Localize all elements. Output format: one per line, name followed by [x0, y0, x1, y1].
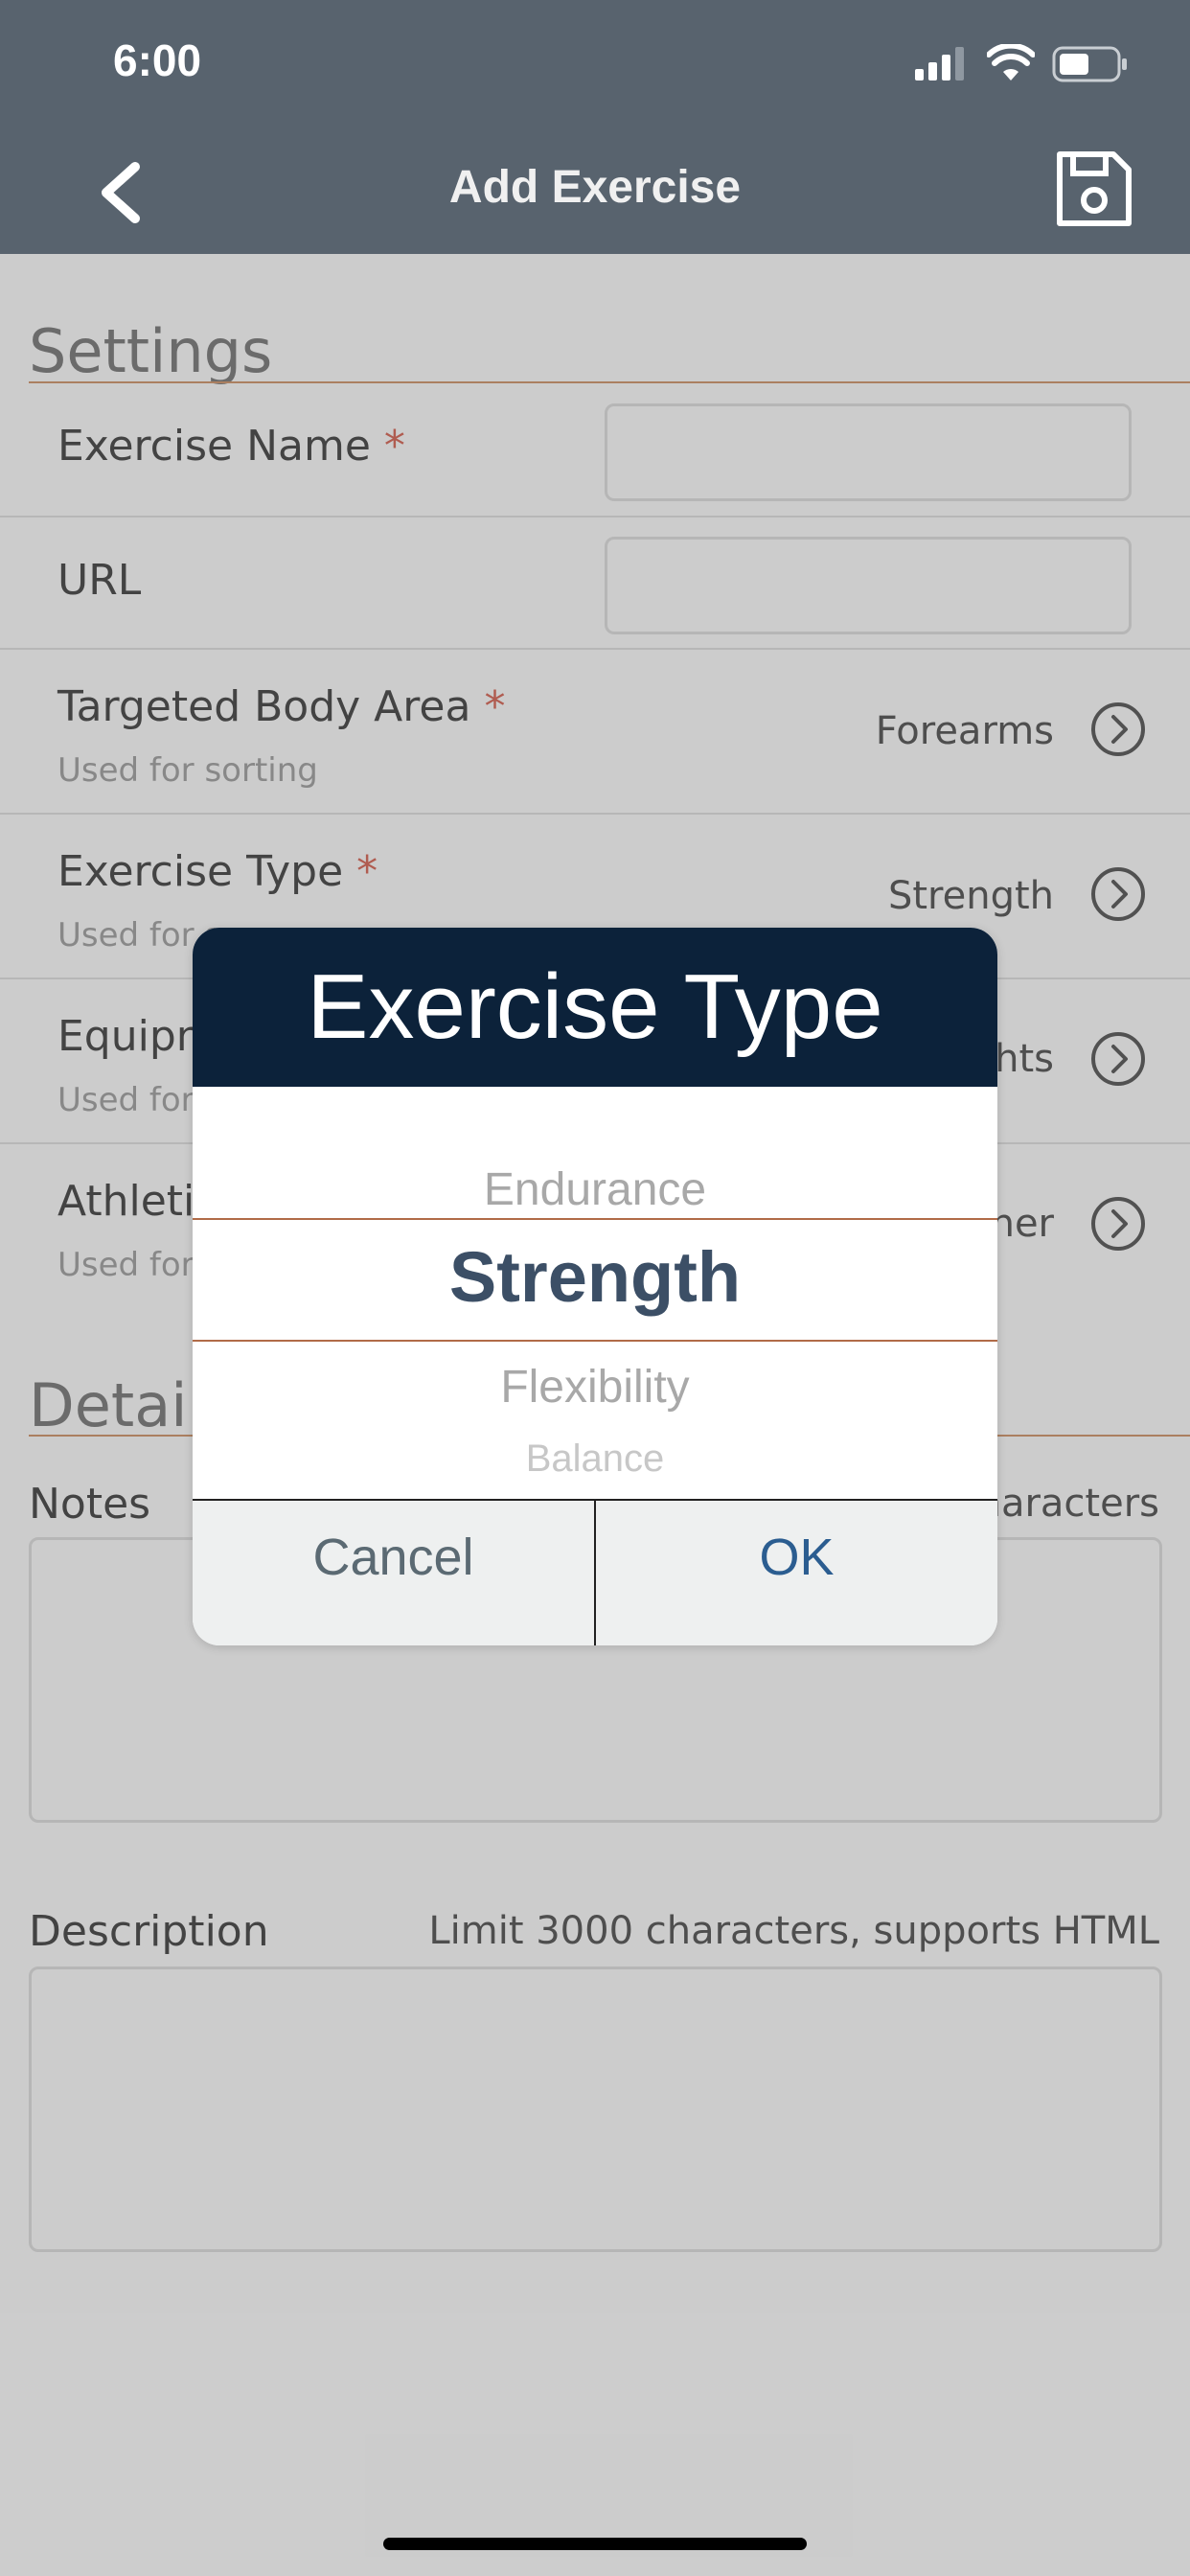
page-title: Add Exercise — [448, 162, 742, 213]
battery-icon — [1052, 46, 1127, 82]
exercise-type-dialog: Exercise Type Endurance Strength Flexibi… — [193, 928, 997, 1645]
picker-option[interactable]: Endurance — [193, 1163, 997, 1216]
ok-button[interactable]: OK — [596, 1501, 997, 1645]
save-icon[interactable] — [1054, 149, 1134, 229]
picker-selection-line — [193, 1340, 997, 1342]
wifi-icon — [987, 44, 1035, 80]
dialog-buttons: Cancel OK — [193, 1499, 997, 1645]
dialog-header: Exercise Type — [193, 928, 997, 1087]
picker-option[interactable]: Balance — [193, 1438, 997, 1481]
dialog-title: Exercise Type — [307, 955, 883, 1058]
home-indicator[interactable] — [383, 2538, 807, 2550]
picker-option[interactable]: Flexibility — [193, 1361, 997, 1414]
signal-icon — [915, 47, 964, 80]
picker-selection-line — [193, 1218, 997, 1220]
picker-option-selected[interactable]: Strength — [193, 1236, 997, 1318]
exercise-type-picker[interactable]: Endurance Strength Flexibility Balance — [193, 1087, 997, 1499]
navigation-bar: 6:00 Add Exercise — [0, 0, 1190, 254]
cancel-button[interactable]: Cancel — [193, 1501, 594, 1645]
status-time: 6:00 — [113, 35, 202, 85]
